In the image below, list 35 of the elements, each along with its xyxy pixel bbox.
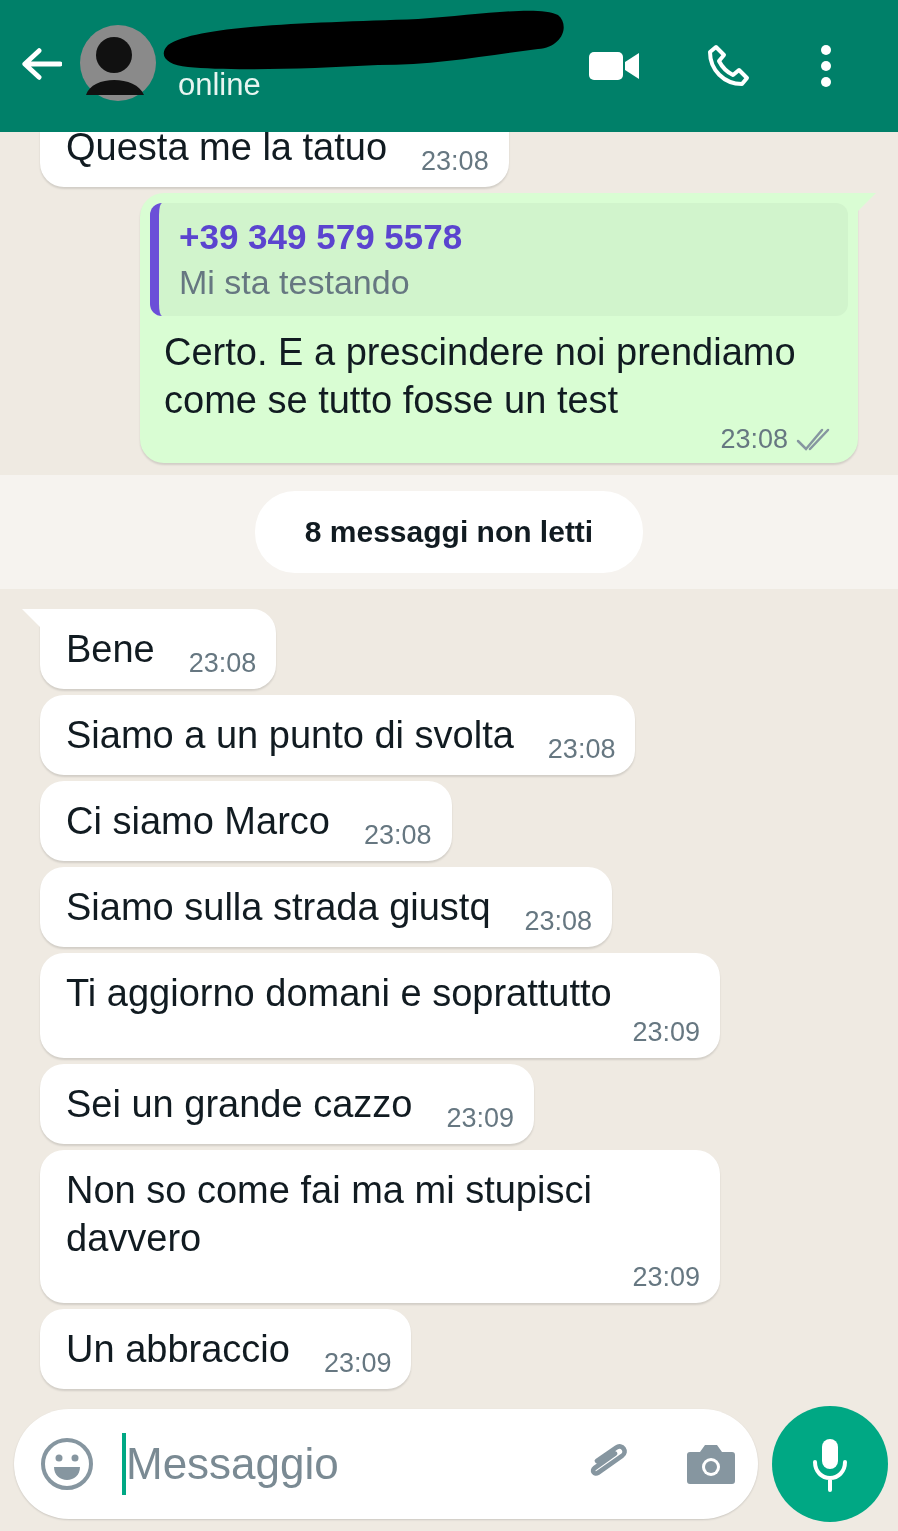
avatar[interactable] [80,25,156,101]
message-text: Questa me la tatuo [66,132,388,170]
message-time: 23:08 [421,146,489,177]
message-time: 23:08 [363,820,432,851]
contact-status: online [178,67,261,103]
emoji-icon[interactable] [40,1437,94,1491]
quoted-author: +39 349 579 5578 [179,217,463,257]
message-time: 23:08 [524,906,593,937]
camera-icon[interactable] [686,1442,736,1486]
message-time: 23:09 [632,1262,700,1293]
unread-messages-label: 8 messaggi non letti [254,491,644,573]
message-text: Ci siamo Marco [66,799,330,844]
message-text: Siamo a un punto di svolta [66,713,514,758]
quoted-text: Mi sta testando [179,263,410,302]
back-arrow-icon[interactable] [20,46,62,82]
message-text: Sei un grande cazzo [66,1082,413,1127]
phone-icon[interactable] [706,44,750,88]
message-text: Un abbraccio [66,1327,290,1372]
menu-icon[interactable] [820,44,832,88]
message-text: Certo. E a prescindere noi prendiamo come se tutto fosse un test [164,330,797,423]
message-text: Non so come fai ma mi stupisci davvero [66,1168,593,1261]
quoted-message[interactable]: +39 349 579 5578 Mi sta testando [150,203,848,316]
message-input-field[interactable]: Messaggio [14,1409,758,1519]
message-text: Siamo sulla strada giustq [66,885,491,930]
message-text-input[interactable]: Messaggio [122,1433,580,1495]
video-call-icon[interactable] [588,49,640,83]
message-time: 23:09 [323,1348,392,1379]
message-time: 23:09 [446,1103,515,1134]
message-text: Bene [66,627,155,672]
message-time: 23:09 [632,1017,700,1048]
message-time: 23:08 [547,734,616,765]
message-time: 23:08 [188,648,257,679]
message-time: 23:08 [720,424,788,455]
message-text: Ti aggiorno domani e soprattutto [66,971,612,1016]
microphone-icon [810,1436,850,1492]
